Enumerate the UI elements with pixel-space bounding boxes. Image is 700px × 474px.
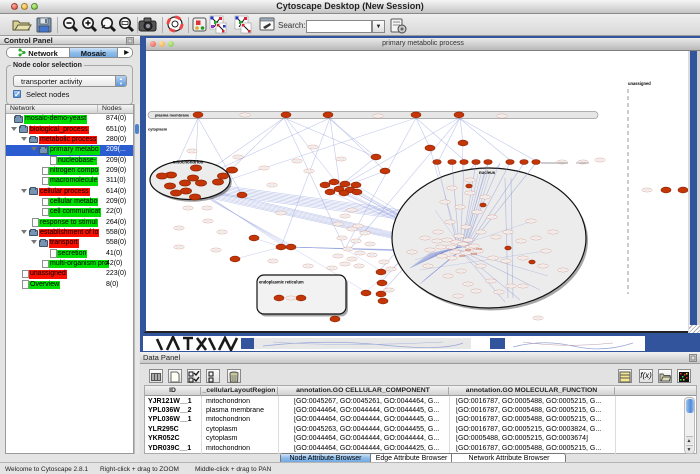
svg-text:cytoplasm: cytoplasm [148,127,168,132]
svg-text:mitochondrion: mitochondrion [173,160,204,165]
svg-text:unassigned: unassigned [628,81,651,86]
svg-text:plasma membrane: plasma membrane [155,113,190,118]
svg-text:nucleus: nucleus [479,170,496,175]
svg-text:endoplasmic reticulum: endoplasmic reticulum [259,280,304,285]
